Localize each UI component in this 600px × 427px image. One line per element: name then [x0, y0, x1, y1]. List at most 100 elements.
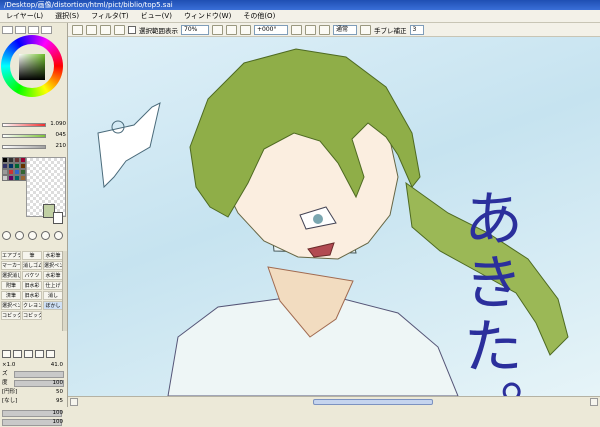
brush-slot[interactable]: コピック — [1, 311, 21, 320]
menu-select[interactable]: 選択(S) — [49, 10, 85, 23]
lasso-icon[interactable] — [2, 231, 11, 240]
brush-shape-3[interactable] — [24, 350, 33, 358]
brush-slot[interactable]: 消しゴム — [22, 261, 42, 270]
brush-shape-4[interactable] — [35, 350, 44, 358]
blend-row[interactable]: 100 — [0, 409, 67, 418]
size-value: 41.0 — [50, 362, 63, 368]
brush-slot[interactable]: コピック — [22, 311, 42, 320]
brush-slot[interactable]: マーカー — [1, 261, 21, 270]
menu-bar: レイヤー(L) 選択(S) フィルタ(T) ビュー(V) ウィンドウ(W) その… — [0, 10, 600, 23]
tool-icons — [2, 231, 63, 240]
menu-window[interactable]: ウィンドウ(W) — [178, 10, 237, 23]
brush-slot[interactable]: ぼかし — [43, 301, 63, 310]
density-row[interactable]: 度 100 — [0, 379, 67, 388]
title-bar: /Desktop/画像/distortion/html/pict/biblio/… — [0, 0, 600, 10]
color-slider-1-bar[interactable] — [2, 123, 46, 127]
texture-value: 95 — [56, 398, 63, 404]
toolbar: 選択範囲表示 70% +000° 通常 手ブレ補正 3 — [68, 23, 600, 37]
saturation-value-square[interactable] — [19, 54, 45, 80]
brush-slot[interactable]: 消し — [43, 291, 63, 300]
undo-icon[interactable] — [72, 24, 83, 35]
redo-icon[interactable] — [86, 24, 97, 35]
move-icon[interactable] — [28, 231, 37, 240]
menu-other[interactable]: その他(O) — [237, 10, 281, 23]
dilution-row[interactable]: 100 — [0, 418, 67, 427]
texture-row[interactable]: [なし] 95 — [0, 397, 67, 406]
scroll-right-button[interactable] — [590, 398, 598, 406]
brush-slot[interactable]: 旧水彩 — [22, 281, 42, 290]
menu-view[interactable]: ビュー(V) — [135, 10, 178, 23]
zoom-reset-icon[interactable] — [240, 24, 251, 35]
artwork: あきた。 — [97, 48, 569, 396]
brush-slot[interactable]: バケツ — [22, 271, 42, 280]
brush-slot[interactable]: クレヨン — [22, 301, 42, 310]
iris — [313, 214, 323, 224]
brush-slot[interactable]: 水彩筆 — [43, 271, 63, 280]
size-slider-row[interactable]: ズ — [0, 370, 67, 379]
background-sketch — [97, 102, 161, 189]
color-slider-3-bar[interactable] — [2, 145, 46, 149]
brush-slot[interactable]: エアブラシ — [1, 251, 21, 260]
color-wheel[interactable] — [1, 35, 63, 97]
color-slider-3[interactable]: 210 — [0, 143, 68, 151]
zoom-field[interactable]: 70% — [181, 24, 209, 35]
menu-layer[interactable]: レイヤー(L) — [0, 10, 49, 23]
window-title: /Desktop/画像/distortion/html/pict/biblio/… — [4, 1, 173, 9]
canvas[interactable]: あきた。 — [68, 37, 600, 396]
deselect-icon[interactable] — [100, 24, 111, 35]
shape-select[interactable]: [円形] — [2, 388, 17, 397]
brush-shape-5[interactable] — [46, 350, 55, 358]
swatch-grid — [2, 157, 26, 183]
brush-shape-1[interactable] — [2, 350, 11, 358]
brush-slot[interactable]: 済筆 — [1, 291, 21, 300]
size-slider[interactable] — [14, 371, 64, 378]
shape-row[interactable]: [円形] 50 — [0, 388, 67, 397]
brush-slot[interactable]: 仕上げ — [43, 281, 63, 290]
rotate-icon[interactable] — [54, 231, 63, 240]
stabilizer-select[interactable]: 3 — [409, 24, 424, 35]
brush-palette: エアブラシ筆水彩筆マーカー消しゴム選択ペン選択消しバケツ水彩筆附筆旧水彩仕上げ済… — [0, 251, 63, 331]
texture-select[interactable]: [なし] — [2, 397, 17, 406]
brush-slot[interactable]: 選択消し — [1, 271, 21, 280]
flip-icon[interactable] — [360, 24, 371, 35]
brush-slot[interactable]: 筆 — [22, 251, 42, 260]
color-slider-2[interactable]: 045 — [0, 132, 68, 140]
mode-select[interactable]: 通常 — [333, 24, 357, 35]
color-mode-tabs — [2, 26, 52, 34]
brush-slot[interactable]: 選択ペン — [43, 261, 63, 270]
color-slider-1-value: 1.090 — [50, 121, 66, 127]
zoom-in-icon[interactable] — [226, 24, 237, 35]
brush-slot[interactable]: 選択ペン — [1, 301, 21, 310]
color-wheel-tab[interactable] — [2, 26, 13, 34]
secondary-color[interactable] — [53, 212, 63, 224]
density-value: 100 — [52, 380, 64, 386]
color-slider-1[interactable]: 1.090 — [0, 121, 68, 129]
left-panel: 1.090 045 210 エアブラシ筆水彩筆マーカー消しゴム選択ペン選択消しバ… — [0, 23, 68, 426]
zoom-out-icon[interactable] — [212, 24, 223, 35]
scroll-left-button[interactable] — [70, 398, 78, 406]
shape-value: 50 — [56, 389, 63, 395]
selection-display-checkbox[interactable] — [128, 25, 136, 34]
horizontal-scroll-thumb[interactable] — [313, 399, 433, 405]
blend-value: 100 — [52, 410, 64, 416]
invert-selection-icon[interactable] — [114, 24, 125, 35]
brush-shape-2[interactable] — [13, 350, 22, 358]
rotate-reset-icon[interactable] — [319, 24, 330, 35]
color-slider-2-bar[interactable] — [2, 134, 46, 138]
rgb-slider-tab[interactable] — [15, 26, 26, 34]
horizontal-scrollbar[interactable] — [68, 396, 600, 407]
stabilizer-label: 手ブレ補正 — [374, 26, 407, 35]
menu-filter[interactable]: フィルタ(T) — [85, 10, 135, 23]
magic-wand-icon[interactable] — [15, 231, 24, 240]
hsv-slider-tab[interactable] — [28, 26, 39, 34]
rotation-field[interactable]: +000° — [254, 24, 288, 35]
brush-slot[interactable]: 旧水彩 — [22, 291, 42, 300]
palette-tab[interactable] — [41, 26, 52, 34]
rotate-left-icon[interactable] — [291, 24, 302, 35]
brush-slot[interactable]: 附筆 — [1, 281, 21, 290]
brush-palette-scrollbar[interactable] — [62, 251, 67, 331]
brush-slot[interactable]: 水彩筆 — [43, 251, 63, 260]
rotate-right-icon[interactable] — [305, 24, 316, 35]
size-row[interactable]: ×1.0 41.0 — [0, 361, 67, 370]
zoom-icon[interactable] — [41, 231, 50, 240]
